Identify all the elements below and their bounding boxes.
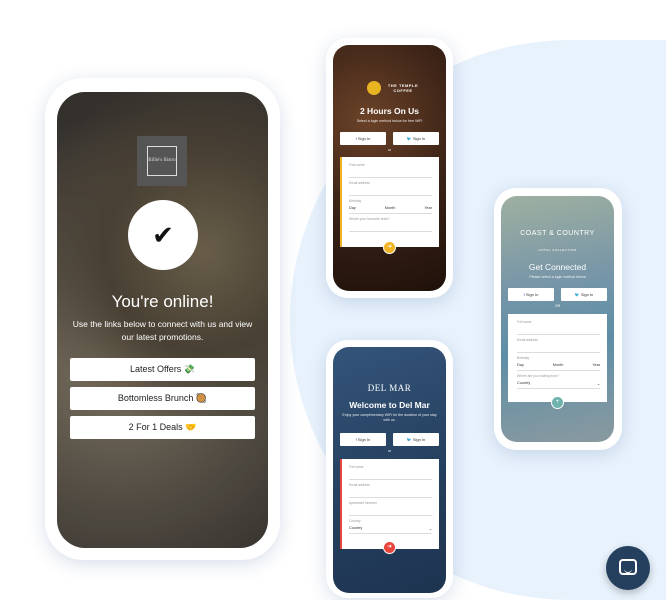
signup-form: First name Email address Birthday Day Mont… bbox=[340, 157, 439, 247]
birthday-field[interactable]: Birthday Day Month Year bbox=[517, 353, 600, 371]
chat-icon bbox=[619, 559, 637, 575]
first-name-field[interactable]: First name bbox=[349, 160, 432, 178]
coast-title: Get Connected bbox=[528, 262, 587, 272]
country-select[interactable]: Country Country ⌄ bbox=[349, 516, 432, 534]
signup-form: Full name Email address Birthday Day Month… bbox=[508, 314, 607, 402]
submit-arrow-button[interactable]: ➜ bbox=[383, 241, 396, 254]
full-name-field[interactable]: Full name bbox=[517, 317, 600, 335]
submit-plus-button[interactable]: + bbox=[551, 396, 564, 409]
birthday-field[interactable]: Birthday Day Month Year bbox=[349, 196, 432, 214]
facebook-signin-button[interactable]: f Sign In bbox=[508, 288, 554, 301]
phone-coast: COAST & COUNTRY HOTEL COLLECTION Get Con… bbox=[494, 188, 622, 450]
two-for-one-button[interactable]: 2 For 1 Deals 🤝 bbox=[70, 416, 255, 439]
submit-arrow-button[interactable]: ➜ bbox=[383, 541, 396, 554]
page-title: You're online! bbox=[111, 292, 214, 311]
email-field[interactable]: Email address bbox=[517, 335, 600, 353]
country-select[interactable]: Where are you visiting from? Country ⌄ bbox=[517, 371, 600, 389]
facebook-signin-button[interactable]: f Sign In bbox=[340, 132, 386, 145]
full-name-field[interactable]: Full name bbox=[349, 462, 432, 480]
signup-form: Full name Email address Apartment Number… bbox=[340, 459, 439, 549]
twitter-signin-button[interactable]: 🐦 Sign In bbox=[561, 288, 607, 301]
coffee-logo-icon bbox=[367, 81, 381, 95]
bistro-logo: Billie's Bistro bbox=[137, 136, 187, 186]
twitter-signin-button[interactable]: 🐦 Sign In bbox=[393, 433, 439, 446]
chat-button[interactable] bbox=[606, 546, 650, 590]
latest-offers-button[interactable]: Latest Offers 💸 bbox=[70, 358, 255, 381]
phone-coffee: THE TEMPLE COFFEE 2 Hours On Us Select a… bbox=[326, 38, 453, 298]
facebook-signin-button[interactable]: f Sign In bbox=[340, 433, 386, 446]
coffee-title: 2 Hours On Us bbox=[359, 106, 420, 116]
coast-screen: COAST & COUNTRY HOTEL COLLECTION Get Con… bbox=[501, 196, 614, 442]
subtitle: Use the links below to connect with us a… bbox=[72, 319, 253, 342]
delmar-screen: DEL MAR Welcome to Del Mar Enjoy your co… bbox=[333, 347, 446, 593]
delmar-title: Welcome to Del Mar bbox=[349, 400, 430, 410]
coffee-screen: THE TEMPLE COFFEE 2 Hours On Us Select a… bbox=[333, 45, 446, 291]
apartment-field[interactable]: Apartment Number bbox=[349, 498, 432, 516]
email-field[interactable]: Email address bbox=[349, 178, 432, 196]
phone-delmar: DEL MAR Welcome to Del Mar Enjoy your co… bbox=[326, 340, 453, 598]
checkmark-icon: ✔ bbox=[128, 200, 198, 270]
bottomless-brunch-button[interactable]: Bottomless Brunch 🥘 bbox=[70, 387, 255, 410]
phone-bistro: Billie's Bistro ✔ You're online! Use the… bbox=[45, 78, 280, 560]
email-field[interactable]: Email address bbox=[349, 480, 432, 498]
twitter-signin-button[interactable]: 🐦 Sign In bbox=[393, 132, 439, 145]
bistro-screen: Billie's Bistro ✔ You're online! Use the… bbox=[57, 92, 268, 548]
drink-field[interactable]: What's your favourite drink? bbox=[349, 214, 432, 232]
